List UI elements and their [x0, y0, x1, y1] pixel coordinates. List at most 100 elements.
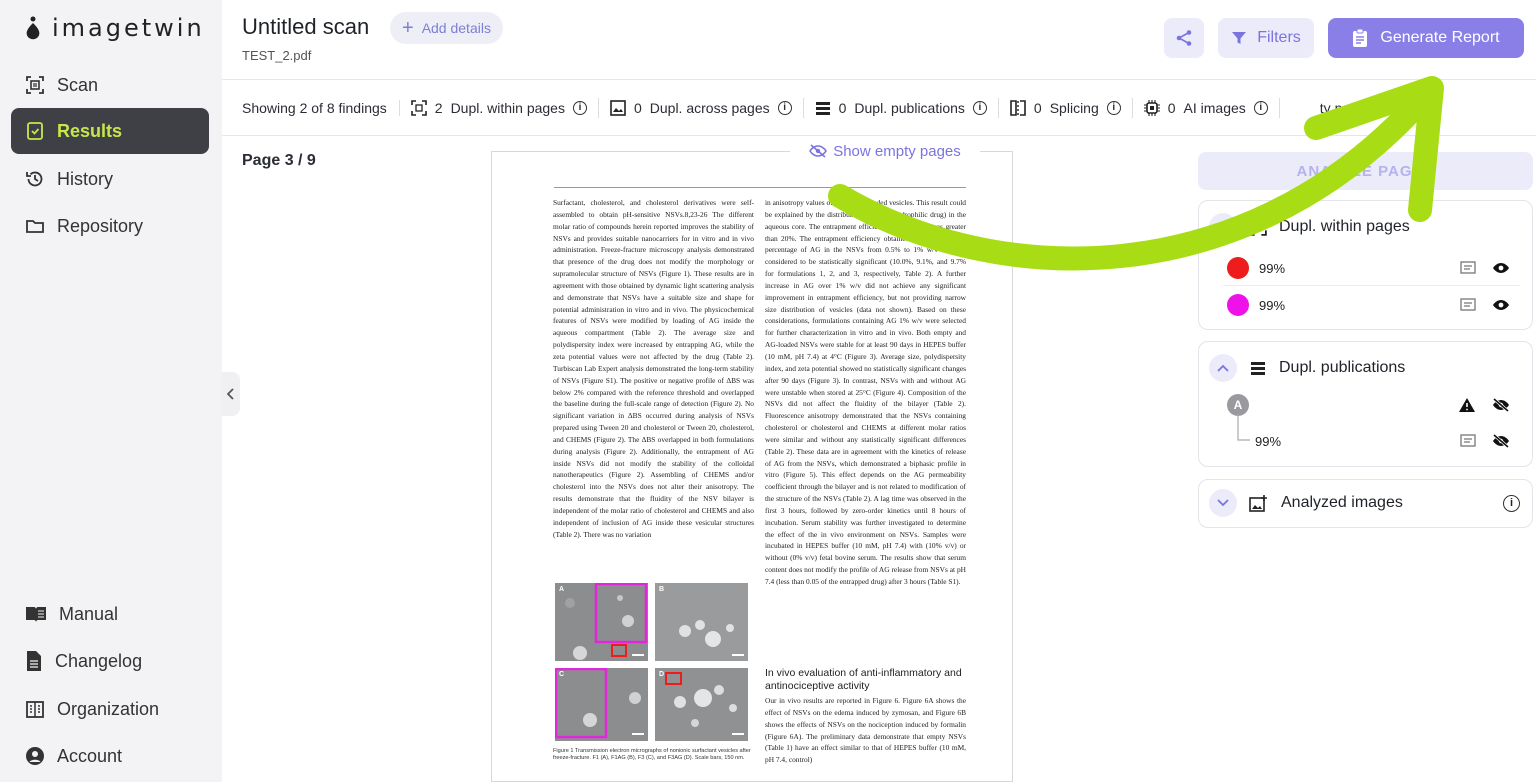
figure-caption: Figure 1 Transmission electron micrograp…	[553, 748, 751, 761]
sidebar-item-results[interactable]: Results	[11, 108, 209, 154]
sidebar-item-label: History	[57, 168, 114, 189]
finding-filter-dupl-across-pages[interactable]: 0 Dupl. across pages i	[599, 97, 804, 118]
card-header[interactable]: Dupl. within pages	[1209, 213, 1520, 241]
image-icon	[610, 99, 626, 116]
finding-row[interactable]: 99%	[1227, 289, 1510, 321]
generate-report-button[interactable]: Generate Report	[1328, 18, 1524, 58]
collapse-sidebar-button[interactable]	[222, 372, 240, 416]
finding-row[interactable]: 99%	[1255, 425, 1510, 457]
show-empty-pages-button[interactable]: Show empty pages	[790, 138, 980, 164]
similarity-score: 99%	[1259, 297, 1286, 313]
info-icon[interactable]: i	[1380, 100, 1395, 115]
card-dupl-within-pages: Dupl. within pages 99% 99%	[1198, 200, 1533, 330]
document-column-left: Surfactant, cholesterol, and cholesterol…	[553, 198, 754, 539]
page-title: Untitled scan	[242, 14, 370, 39]
finding-filter-empty-pages[interactable]: ty pages i	[1280, 98, 1406, 118]
sidebar-item-label: Results	[57, 120, 123, 141]
sidebar-item-label: Account	[57, 745, 123, 766]
finding-label: Dupl. within pages	[450, 99, 565, 116]
sidebar-item-repository[interactable]: Repository	[11, 203, 209, 249]
finding-label: Dupl. publications	[854, 99, 965, 116]
sidebar-item-account[interactable]: Account	[11, 733, 209, 779]
findings-bar: Showing 2 of 8 findings 2 Dupl. within p…	[222, 80, 1536, 136]
finding-count: 2	[434, 99, 443, 116]
eye-icon[interactable]	[1492, 299, 1510, 311]
info-icon[interactable]: i	[777, 100, 792, 115]
sidebar-item-label: Organization	[57, 698, 160, 719]
finding-color-dot	[1227, 294, 1249, 316]
micrograph-image	[555, 583, 648, 661]
card-title: Dupl. within pages	[1279, 218, 1410, 235]
info-icon[interactable]: i	[1106, 100, 1121, 115]
eye-slash-icon[interactable]	[1492, 434, 1510, 448]
finding-count: 0	[1167, 99, 1176, 116]
card-dupl-publications: Dupl. publications A 99%	[1198, 341, 1533, 467]
finding-filter-splicing[interactable]: 0 Splicing i	[999, 97, 1133, 118]
similarity-score: 99%	[1259, 260, 1286, 276]
filter-icon	[1232, 32, 1247, 44]
file-name: TEST_2.pdf	[242, 48, 312, 63]
finding-filter-dupl-within-pages[interactable]: 2 Dupl. within pages i	[400, 97, 599, 118]
sidebar-item-scan[interactable]: Scan	[11, 62, 209, 108]
info-icon[interactable]: i	[572, 100, 587, 115]
plus-icon: +	[402, 17, 414, 39]
finding-filter-dupl-publications[interactable]: 0 Dupl. publications i	[804, 97, 999, 118]
stack-icon	[815, 101, 830, 115]
chevron-up-icon[interactable]	[1209, 213, 1237, 241]
clipboard-icon	[1353, 28, 1368, 47]
comment-icon[interactable]	[1460, 261, 1476, 275]
figure-panel-b[interactable]: B	[655, 583, 748, 661]
publication-row[interactable]: A	[1227, 389, 1510, 421]
card-header[interactable]: Dupl. publications	[1209, 354, 1520, 382]
user-icon	[26, 747, 44, 765]
logo-text: imagetwin	[52, 14, 205, 42]
sidebar-item-manual[interactable]: Manual	[11, 591, 209, 637]
finding-filter-ai-images[interactable]: 0 AI images i	[1133, 97, 1280, 118]
filters-button[interactable]: Filters	[1218, 18, 1314, 58]
finding-label: AI images	[1183, 99, 1246, 116]
building-icon	[26, 701, 44, 718]
share-icon	[1176, 30, 1192, 46]
figure-panel-d[interactable]: D	[655, 668, 748, 741]
micrograph-image	[555, 668, 648, 741]
chip-icon	[1143, 99, 1160, 116]
finding-label: Dupl. across pages	[649, 99, 770, 116]
generate-report-label: Generate Report	[1380, 29, 1500, 46]
micrograph-image	[655, 583, 748, 661]
eye-icon[interactable]	[1492, 262, 1510, 274]
analyze-pages-button[interactable]: ANALYZE PAGES	[1198, 152, 1533, 190]
chevron-up-icon[interactable]	[1209, 354, 1237, 382]
sidebar-item-history[interactable]: History	[11, 156, 209, 202]
info-icon[interactable]: i	[1503, 494, 1520, 512]
card-title: Dupl. publications	[1279, 359, 1406, 376]
sidebar-item-organization[interactable]: Organization	[11, 686, 209, 732]
logo-icon	[26, 16, 40, 40]
row-divider	[1223, 285, 1520, 286]
info-icon[interactable]: i	[1253, 100, 1268, 115]
dupl-within-pages-icon	[1249, 218, 1267, 236]
card-title: Analyzed images	[1281, 494, 1403, 511]
figure-panel-a[interactable]: A	[555, 583, 648, 661]
sidebar-item-label: Manual	[59, 603, 119, 624]
share-button[interactable]	[1164, 18, 1204, 58]
splicing-icon	[1010, 99, 1026, 116]
logo[interactable]: imagetwin	[24, 14, 205, 42]
panel-label: B	[659, 586, 665, 593]
finding-row[interactable]: 99%	[1227, 252, 1510, 284]
chevron-down-icon[interactable]	[1209, 489, 1237, 517]
eye-slash-icon	[809, 144, 828, 158]
scan-icon	[26, 76, 44, 94]
eye-slash-icon[interactable]	[1492, 398, 1510, 412]
history-icon	[26, 171, 43, 187]
sidebar-item-changelog[interactable]: Changelog	[11, 638, 209, 684]
folder-icon	[26, 220, 44, 233]
finding-label: ty pages	[1319, 99, 1373, 116]
add-details-button[interactable]: + Add details	[390, 12, 503, 44]
add-details-label: Add details	[421, 20, 491, 36]
card-header[interactable]: Analyzed images i	[1209, 489, 1520, 517]
page-header-rule	[554, 187, 966, 188]
comment-icon[interactable]	[1460, 434, 1476, 448]
figure-panel-c[interactable]: C	[555, 668, 648, 741]
comment-icon[interactable]	[1460, 298, 1476, 312]
info-icon[interactable]: i	[972, 100, 987, 115]
